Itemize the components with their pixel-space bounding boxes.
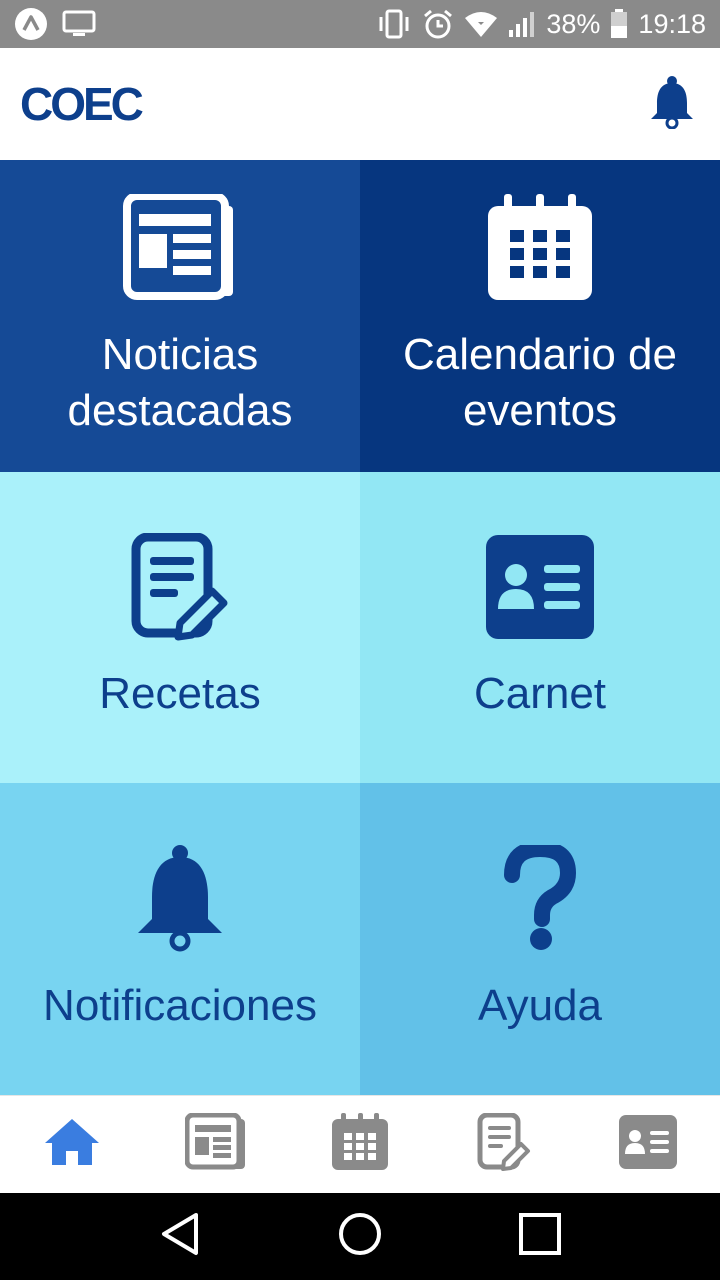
home-circle-icon	[337, 1211, 383, 1262]
screen-cast-icon	[62, 9, 96, 39]
back-button[interactable]	[150, 1207, 210, 1267]
tile-noticias-label-line2: destacadas	[67, 385, 293, 435]
tile-calendario-label-line2: eventos	[462, 385, 618, 435]
vibrate-icon	[376, 9, 412, 39]
recents-button[interactable]	[510, 1207, 570, 1267]
tile-notificaciones[interactable]: Notificaciones	[0, 783, 360, 1095]
app-indicator-icon	[14, 7, 48, 41]
battery-percent: 38%	[546, 8, 601, 39]
wifi-icon	[464, 10, 498, 38]
tile-noticias[interactable]: Noticias destacadas	[0, 160, 360, 472]
notifications-button[interactable]	[644, 75, 700, 134]
tile-ayuda-label: Ayuda	[478, 980, 602, 1030]
calendar-icon	[486, 193, 594, 307]
tile-noticias-label-line1: Noticias	[101, 329, 259, 379]
bell-icon	[134, 844, 226, 958]
app-logo: COEC	[20, 78, 144, 130]
nav-prescriptions[interactable]	[464, 1105, 544, 1185]
newspaper-icon	[123, 191, 237, 307]
tile-recetas[interactable]: Recetas	[0, 472, 360, 783]
bottom-nav	[0, 1095, 720, 1193]
home-button[interactable]	[330, 1207, 390, 1267]
newspaper-icon	[184, 1112, 247, 1176]
tile-ayuda[interactable]: Ayuda	[360, 783, 720, 1095]
tile-notificaciones-label: Notificaciones	[43, 980, 317, 1030]
prescription-icon	[477, 1112, 531, 1176]
nav-calendar[interactable]	[320, 1105, 400, 1185]
alarm-icon	[422, 8, 454, 40]
question-icon	[504, 840, 577, 958]
app-header: COEC	[0, 48, 720, 160]
menu-grid: Noticias destacadas Calendario de evento…	[0, 160, 720, 1095]
bell-icon	[648, 75, 696, 134]
status-bar: 38% 19:18	[0, 0, 720, 48]
recents-icon	[517, 1211, 563, 1262]
prescription-icon	[130, 532, 230, 646]
nav-news[interactable]	[176, 1105, 256, 1185]
tile-recetas-label: Recetas	[99, 669, 261, 718]
home-icon	[43, 1117, 101, 1172]
clock: 19:18	[638, 8, 706, 39]
id-card-icon	[484, 533, 596, 646]
tile-calendario[interactable]: Calendario de eventos	[360, 160, 720, 472]
tile-calendario-label-line1: Calendario de	[403, 329, 677, 379]
tile-carnet[interactable]: Carnet	[360, 472, 720, 783]
battery-icon	[610, 9, 628, 39]
signal-icon	[508, 10, 536, 38]
tile-carnet-label: Carnet	[473, 669, 607, 718]
nav-home[interactable]	[32, 1105, 112, 1185]
system-nav-bar	[0, 1193, 720, 1280]
back-icon	[158, 1211, 202, 1262]
calendar-icon	[331, 1113, 389, 1176]
id-card-icon	[618, 1114, 678, 1175]
nav-id-card[interactable]	[608, 1105, 688, 1185]
